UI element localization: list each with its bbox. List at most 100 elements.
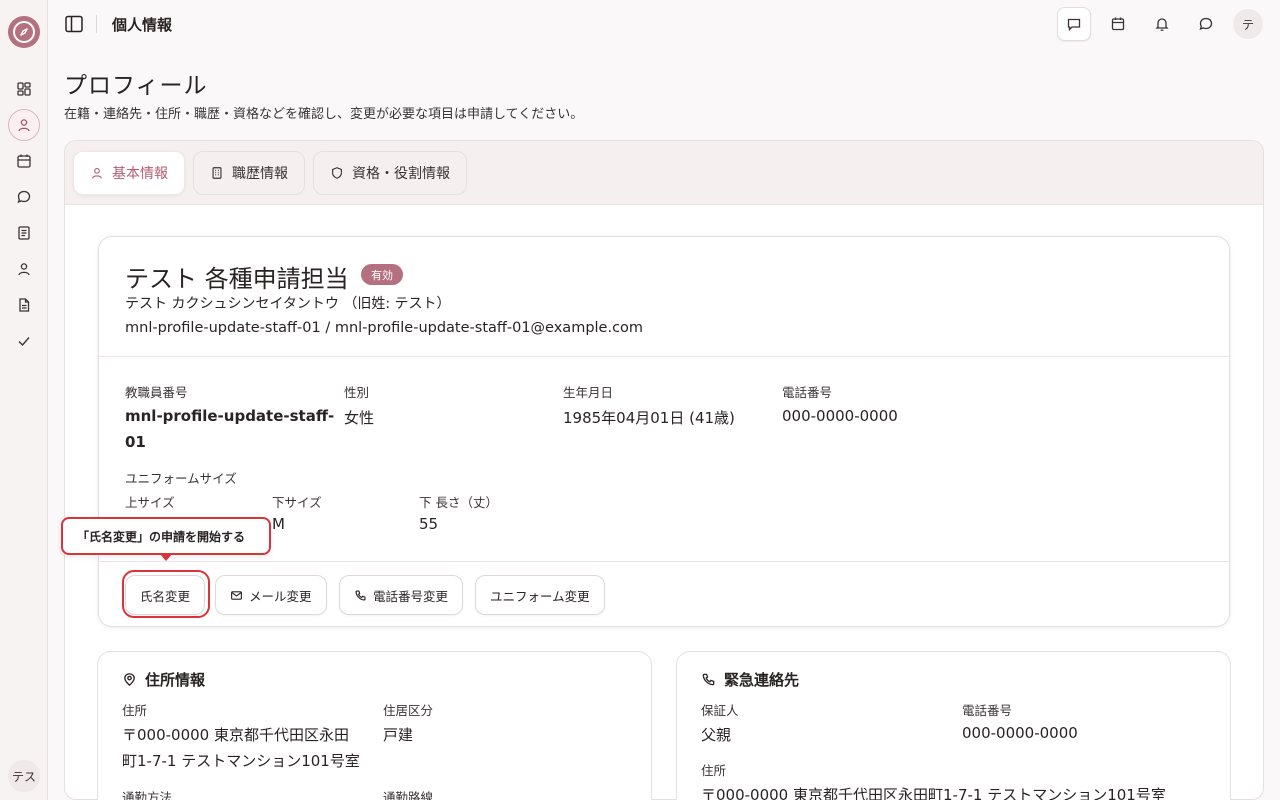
page-description: 在籍・連絡先・住所・職歴・資格などを確認し、変更が必要な項目は申請してください。 [64,107,584,122]
tab-label: 職歴情報 [232,166,288,182]
uniform-label: ユニフォームサイズ [125,471,237,486]
building-icon [212,167,222,179]
left-rail: テス [0,0,48,800]
check-icon [18,337,30,347]
residence-label: 住居区分 [383,703,434,718]
emergency-phone-label: 電話番号 [962,703,1013,718]
rail-user[interactable] [8,253,40,285]
address-label: 住所 [122,703,148,718]
tab-label: 基本情報 [112,166,168,182]
phone-icon [355,589,366,601]
divider [99,561,1229,562]
profile-kana: テスト カクシュシンセイタントウ （旧姓: テスト） [125,296,451,312]
gender-value: 女性 [344,409,375,427]
emergency-card-title: 緊急連絡先 [701,669,799,690]
chat-bubble-icon [1199,17,1213,31]
calendar-icon [17,154,31,168]
tooltip-arrow [160,554,172,561]
emergency-contact-card: 緊急連絡先 保証人 父親 電話番号 000-0000-0000 住所 〒000-… [676,651,1231,800]
divider [99,356,1229,357]
phone-change-button[interactable]: 電話番号変更 [339,575,464,615]
top-bar: 個人情報 テ [48,0,1280,48]
emergency-phone-value: 000-0000-0000 [962,724,1078,742]
phone-change-label: 電話番号変更 [373,588,449,604]
notes-icon [18,226,30,240]
tabs-bar: 基本情報 職歴情報 資格・役割情報 [65,141,1263,205]
guarantor-label: 保証人 [701,703,739,718]
gender-label: 性別 [344,385,370,400]
profile-name: テスト 各種申請担当 [125,265,349,293]
sidebar-toggle-button[interactable] [62,12,86,36]
rail-chat[interactable] [8,181,40,213]
staff-no-value-line2: 01 [125,433,146,451]
user-icon [92,167,102,179]
emergency-card-title-text: 緊急連絡先 [724,671,800,689]
address-line1: 〒000-0000 東京都千代田区永田 [122,726,349,744]
message-square-icon [1067,18,1081,32]
guide-tooltip: 「氏名変更」の申請を開始する [61,517,271,555]
phone-value: 000-0000-0000 [782,407,898,425]
dashboard-icon [17,82,31,96]
uniform-change-label: ユニフォーム変更 [490,588,590,604]
staff-no-label: 教職員番号 [125,385,188,400]
commute-label: 通勤方法 [122,790,173,800]
feedback-button[interactable] [1057,7,1091,41]
topbar-divider [96,15,97,33]
status-badge: 有効 [361,264,403,285]
emergency-address-label: 住所 [701,763,727,778]
highlight-ring [122,570,210,618]
profile-account: mnl-profile-update-staff-01 / mnl-profil… [125,320,644,336]
page-header-title: 個人情報 [112,16,173,34]
calendar-button[interactable] [1102,8,1134,40]
profile-icon [18,119,30,132]
messages-button[interactable] [1190,8,1222,40]
uniform-top-label: 上サイズ [125,495,175,510]
shield-icon [332,167,342,179]
birth-value: 1985年04月01日 (41歳) [563,409,735,427]
uniform-bottom-value: M [272,515,285,533]
rail-dashboard[interactable] [8,73,40,105]
email-change-label: メール変更 [249,588,312,604]
birth-label: 生年月日 [563,385,614,400]
uniform-length-label: 下 長さ（丈） [419,495,498,510]
rail-document[interactable] [8,289,40,321]
staff-no-value-line1: mnl-profile-update-staff- [125,407,335,425]
rail-calendar[interactable] [8,145,40,177]
phone-label: 電話番号 [782,385,833,400]
uniform-length-value: 55 [419,515,439,533]
tab-label: 資格・役割情報 [352,166,450,182]
tab-basic-info[interactable]: 基本情報 [73,151,185,195]
user-avatar[interactable]: テ [1233,9,1263,39]
map-pin-icon [124,673,135,687]
bell-icon [1155,18,1169,31]
emergency-address-value: 〒000-0000 東京都千代田区永田町1-7-1 テストマンション101号室 [701,786,1166,800]
address-card: 住所情報 住所 〒000-0000 東京都千代田区永田 町1-7-1 テストマン… [97,651,652,800]
chat-icon [17,190,31,204]
tab-career-info[interactable]: 職歴情報 [193,151,305,195]
page-title: プロフィール [64,73,208,99]
profile-card: テスト 各種申請担当 有効 テスト カクシュシンセイタントウ （旧姓: テスト）… [98,236,1230,627]
address-card-title-text: 住所情報 [145,671,206,689]
address-card-title: 住所情報 [122,669,205,690]
notifications-button[interactable] [1146,8,1178,40]
sidebar-toggle-icon [65,15,83,33]
user-icon [18,263,30,276]
address-line2: 町1-7-1 テストマンション101号室 [122,752,360,770]
mail-icon [231,590,242,600]
email-change-button[interactable]: メール変更 [215,575,327,615]
rail-user-avatar[interactable]: テス [8,760,40,792]
document-icon [19,298,30,312]
uniform-change-button[interactable]: ユニフォーム変更 [475,575,605,615]
calendar-icon [1111,17,1125,31]
uniform-bottom-label: 下サイズ [272,495,322,510]
phone-icon [702,673,715,686]
compass-icon [13,21,35,43]
tab-qualification-info[interactable]: 資格・役割情報 [313,151,467,195]
app-logo[interactable] [8,16,40,48]
residence-value: 戸建 [383,726,414,744]
guarantor-value: 父親 [701,726,732,744]
rail-tasks[interactable] [8,325,40,357]
route-label: 通勤路線 [383,790,434,800]
rail-notes[interactable] [8,217,40,249]
rail-profile[interactable] [8,109,40,141]
